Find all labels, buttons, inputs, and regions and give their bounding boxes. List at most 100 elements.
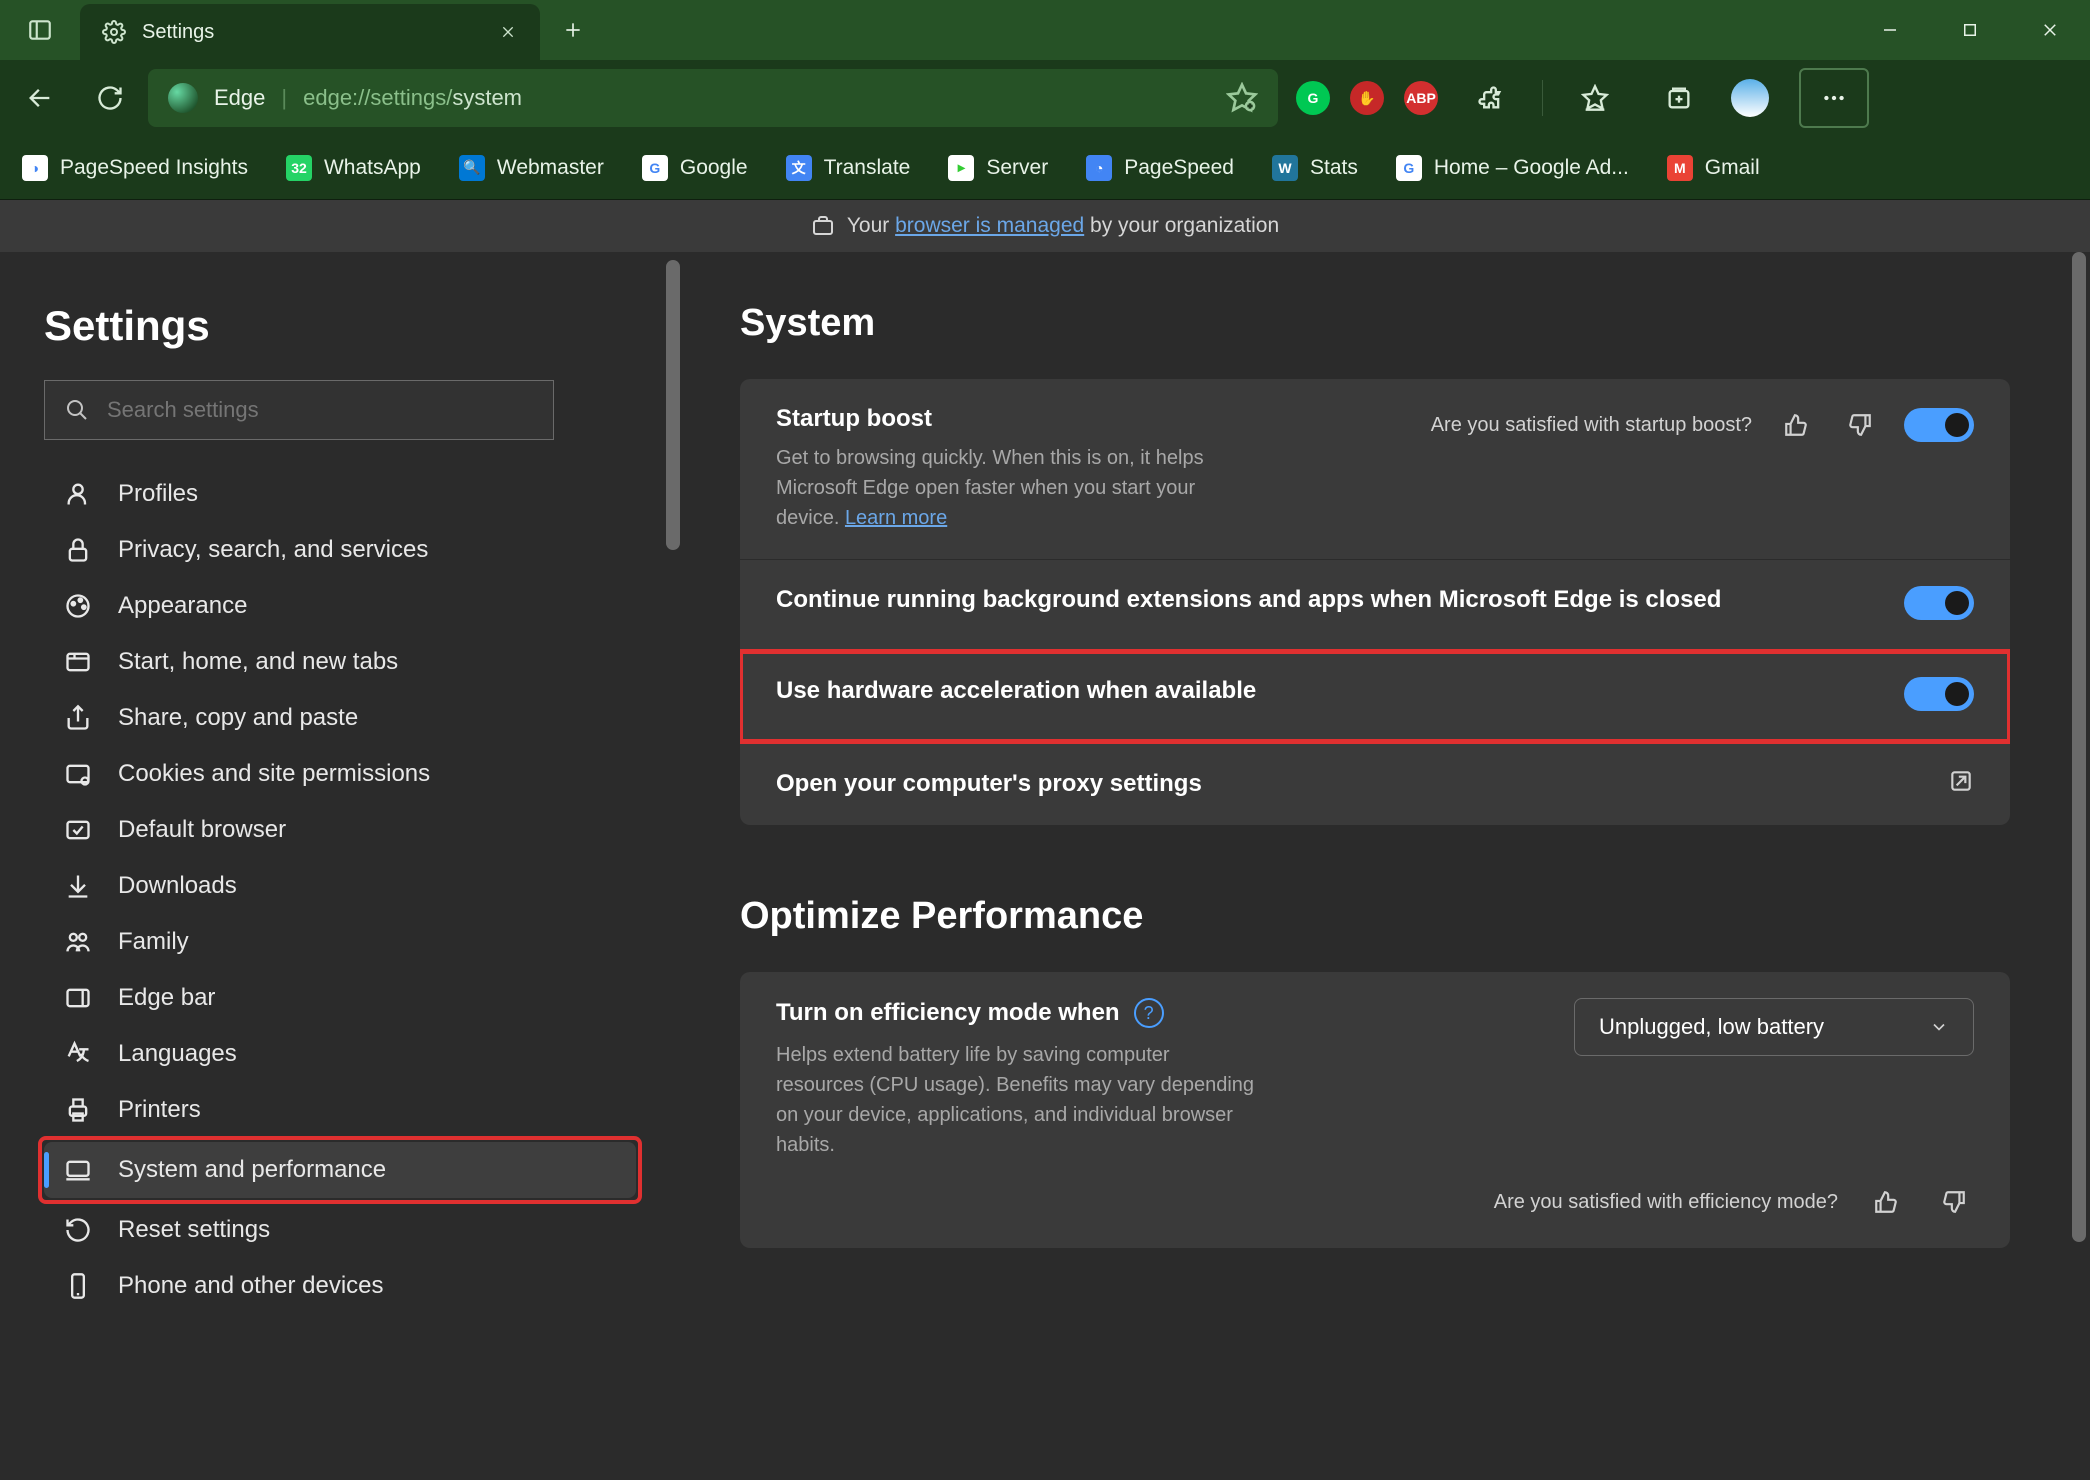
startup-feedback-q: Are you satisfied with startup boost? [1431, 414, 1752, 437]
settings-main: System Startup boost Get to browsing qui… [680, 252, 2090, 1480]
row-background-apps: Continue running background extensions a… [740, 560, 2010, 651]
ublock-icon[interactable]: ✋ [1350, 81, 1384, 115]
briefcase-icon [811, 214, 835, 238]
nav-downloads[interactable]: Downloads [44, 858, 636, 914]
efficiency-dropdown[interactable]: Unplugged, low battery [1574, 998, 1974, 1056]
nav-system[interactable]: System and performance [44, 1142, 636, 1198]
thumbs-down-button[interactable] [1934, 1182, 1974, 1222]
nav-start[interactable]: Start, home, and new tabs [44, 634, 636, 690]
managed-banner: Your browser is managed by your organiza… [0, 200, 2090, 252]
nav-edge-bar[interactable]: Edge bar [44, 970, 636, 1026]
optimize-card: Turn on efficiency mode when ? Helps ext… [740, 972, 2010, 1248]
bookmark-google-ads[interactable]: GHome – Google Ad... [1396, 155, 1629, 181]
hw-accel-title: Use hardware acceleration when available [776, 677, 1874, 705]
startup-right: Are you satisfied with startup boost? [1431, 405, 1974, 445]
tab-actions-button[interactable] [0, 0, 80, 60]
chevron-down-icon [1929, 1017, 1949, 1037]
browser-tab[interactable]: Settings [80, 4, 540, 60]
proxy-title: Open your computer's proxy settings [776, 770, 1918, 798]
bookmark-gmail[interactable]: MGmail [1667, 155, 1760, 181]
managed-link[interactable]: browser is managed [895, 214, 1084, 237]
grammarly-icon[interactable]: G [1296, 81, 1330, 115]
hw-accel-toggle[interactable] [1904, 677, 1974, 711]
refresh-button[interactable] [78, 66, 142, 130]
settings-sidebar: Settings Profiles Privacy, search, and s… [0, 252, 680, 1480]
bookmark-whatsapp[interactable]: 32WhatsApp [286, 155, 421, 181]
window: Settings Edge | edge://settings/system [0, 0, 2090, 1480]
row-startup-boost: Startup boost Get to browsing quickly. W… [740, 379, 2010, 560]
nav-privacy[interactable]: Privacy, search, and services [44, 522, 636, 578]
sidebar-scrollbar[interactable] [666, 260, 680, 1280]
bookmark-translate[interactable]: 文Translate [786, 155, 911, 181]
thumbs-up-button[interactable] [1866, 1182, 1906, 1222]
external-link-icon [1948, 768, 1974, 799]
help-icon[interactable]: ? [1134, 998, 1164, 1028]
extensions-button[interactable] [1458, 66, 1522, 130]
system-card: Startup boost Get to browsing quickly. W… [740, 379, 2010, 825]
maximize-button[interactable] [1930, 0, 2010, 60]
main-scrollbar[interactable] [2072, 252, 2086, 1432]
search-input[interactable] [107, 397, 533, 423]
profile-avatar[interactable] [1731, 79, 1769, 117]
more-menu-button[interactable] [1799, 68, 1869, 128]
addr-url: edge://settings/system [303, 85, 522, 111]
sidebar-title: Settings [44, 302, 636, 350]
bookmark-stats[interactable]: WStats [1272, 155, 1358, 181]
search-settings-box[interactable] [44, 380, 554, 440]
bookmark-pagespeed[interactable]: ◔PageSpeed [1086, 155, 1234, 181]
section-title-system: System [740, 302, 2010, 345]
row-hardware-accel: Use hardware acceleration when available [740, 651, 2010, 742]
edge-icon [168, 83, 198, 113]
efficiency-desc: Helps extend battery life by saving comp… [776, 1040, 1256, 1160]
extension-icons: G ✋ ABP [1296, 66, 1869, 130]
nav-profiles[interactable]: Profiles [44, 466, 636, 522]
toolbar: Edge | edge://settings/system G ✋ ABP [0, 60, 2090, 136]
thumbs-down-button[interactable] [1840, 405, 1880, 445]
learn-more-link[interactable]: Learn more [845, 507, 947, 529]
back-button[interactable] [8, 66, 72, 130]
bookmark-pagespeed-insights[interactable]: ◑PageSpeed Insights [22, 155, 248, 181]
window-controls [1850, 0, 2090, 60]
nav-cookies[interactable]: Cookies and site permissions [44, 746, 636, 802]
bookmark-server[interactable]: ▸Server [948, 155, 1048, 181]
addr-app-label: Edge [214, 85, 265, 111]
search-icon [65, 398, 89, 422]
nav-phone[interactable]: Phone and other devices [44, 1258, 636, 1314]
nav-languages[interactable]: Languages [44, 1026, 636, 1082]
bg-apps-title: Continue running background extensions a… [776, 586, 1874, 614]
tab-title: Settings [142, 21, 214, 44]
minimize-button[interactable] [1850, 0, 1930, 60]
nav-system-highlight: System and performance [38, 1136, 642, 1204]
favorite-icon[interactable] [1226, 82, 1258, 114]
address-bar[interactable]: Edge | edge://settings/system [148, 69, 1278, 127]
addr-separator: | [281, 85, 287, 111]
startup-boost-title: Startup boost [776, 405, 1401, 433]
efficiency-title: Turn on efficiency mode when [776, 999, 1120, 1027]
new-tab-button[interactable] [548, 5, 598, 55]
gear-icon [102, 20, 126, 44]
titlebar-left: Settings [0, 0, 598, 60]
nav-share[interactable]: Share, copy and paste [44, 690, 636, 746]
nav-printers[interactable]: Printers [44, 1082, 636, 1138]
close-window-button[interactable] [2010, 0, 2090, 60]
nav-family[interactable]: Family [44, 914, 636, 970]
row-proxy-settings[interactable]: Open your computer's proxy settings [740, 742, 2010, 825]
favorites-button[interactable] [1563, 66, 1627, 130]
collections-button[interactable] [1647, 66, 1711, 130]
abp-icon[interactable]: ABP [1404, 81, 1438, 115]
bookmark-webmaster[interactable]: 🔍Webmaster [459, 155, 604, 181]
nav-reset[interactable]: Reset settings [44, 1202, 636, 1258]
efficiency-feedback-q: Are you satisfied with efficiency mode? [1494, 1191, 1838, 1214]
thumbs-up-button[interactable] [1776, 405, 1816, 445]
section-title-optimize: Optimize Performance [740, 895, 2010, 938]
managed-text: Your browser is managed by your organiza… [847, 214, 1279, 238]
startup-boost-toggle[interactable] [1904, 408, 1974, 442]
tab-close-button[interactable] [488, 12, 528, 52]
toolbar-separator [1542, 80, 1543, 116]
nav-default-browser[interactable]: Default browser [44, 802, 636, 858]
nav-appearance[interactable]: Appearance [44, 578, 636, 634]
bookmark-google[interactable]: GGoogle [642, 155, 748, 181]
bookmarks-bar: ◑PageSpeed Insights 32WhatsApp 🔍Webmaste… [0, 136, 2090, 200]
row-efficiency: Turn on efficiency mode when ? Helps ext… [740, 972, 2010, 1248]
bg-apps-toggle[interactable] [1904, 586, 1974, 620]
